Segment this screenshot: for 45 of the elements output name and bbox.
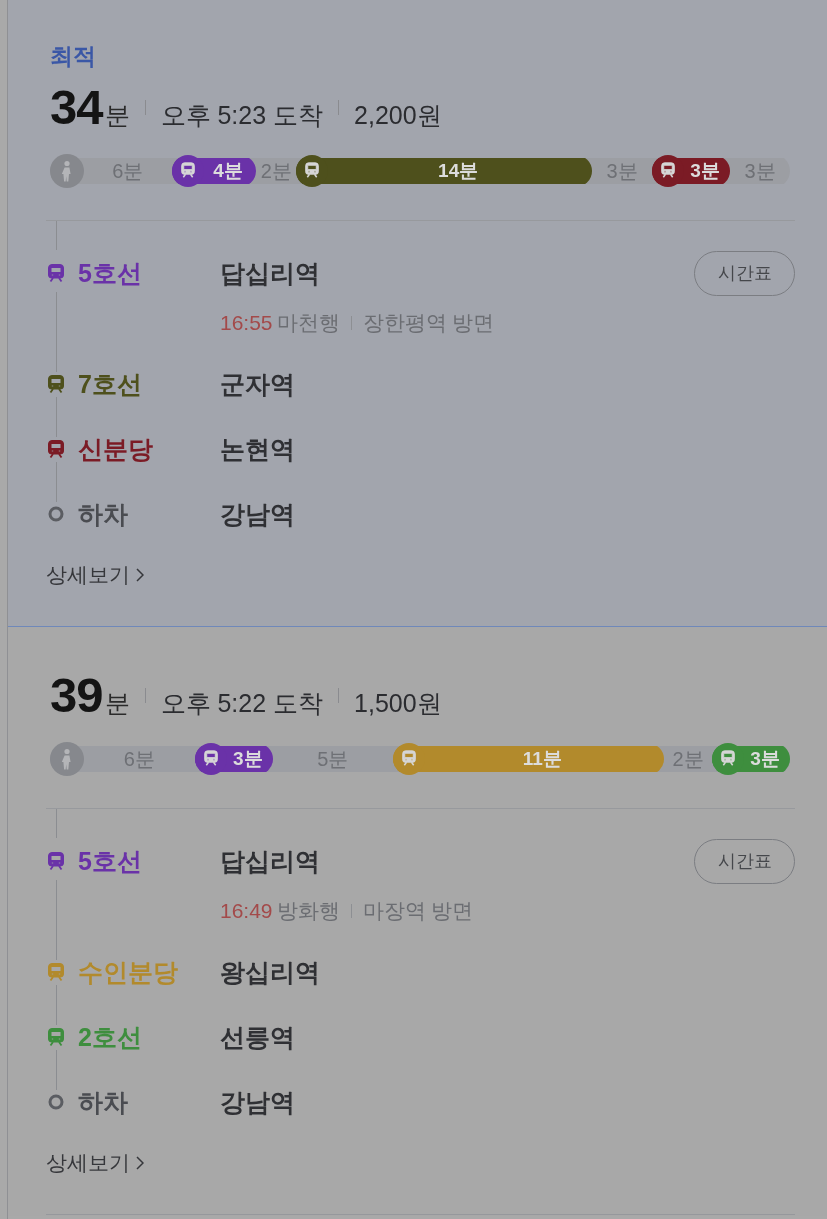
line-label: 수인분당: [78, 957, 179, 988]
ring-icon: [48, 1094, 64, 1110]
ride-duration: 4분: [212, 159, 244, 183]
details-link[interactable]: 상세보기: [46, 562, 144, 588]
station-name: 선릉역: [220, 1022, 295, 1053]
walk-icon: [50, 742, 84, 776]
fare: 2,200원: [354, 100, 442, 131]
destination: 방화행: [276, 898, 340, 924]
ride-duration: 3분: [749, 747, 781, 771]
line-label: 5호선: [78, 846, 143, 877]
line-label: 7호선: [78, 369, 143, 400]
direction: 마장역 방면: [362, 898, 474, 924]
station-name: 강남역: [220, 499, 295, 530]
line-label: 신분당: [78, 434, 154, 465]
duration-unit: 분: [104, 100, 130, 131]
departure-time: 16:55: [220, 310, 273, 336]
ride-duration: 3분: [689, 159, 721, 183]
line-label: 하차: [78, 499, 129, 530]
station-name: 답십리역: [220, 258, 320, 289]
arrival-time: 오후 5:22 도착: [160, 688, 324, 719]
station-name: 강남역: [220, 1087, 295, 1118]
duration-value: 34: [50, 83, 103, 131]
arrival-time: 오후 5:23 도착: [160, 100, 324, 131]
line-label: 2호선: [78, 1022, 143, 1053]
details-link[interactable]: 상세보기: [46, 1150, 144, 1176]
route-tag: 최적: [50, 44, 795, 68]
walk-icon: [50, 154, 84, 188]
departure-time: 16:49: [220, 898, 273, 924]
duration-unit: 분: [104, 688, 130, 719]
station-name: 논현역: [220, 434, 295, 465]
station-name: 군자역: [220, 369, 295, 400]
station-name: 왕십리역: [220, 957, 320, 988]
duration-value: 39: [50, 671, 103, 719]
line-label: 5호선: [78, 258, 143, 289]
line-label: 하차: [78, 1087, 129, 1118]
ride-duration: 14분: [437, 159, 480, 183]
chevron-right-icon: [136, 568, 144, 582]
ride-duration: 11분: [521, 747, 563, 771]
station-name: 답십리역: [220, 846, 320, 877]
ride-duration: 3분: [232, 747, 264, 771]
ring-icon: [48, 506, 64, 522]
fare: 1,500원: [354, 688, 442, 719]
destination: 마천행: [276, 310, 340, 336]
direction: 장한평역 방면: [362, 310, 495, 336]
chevron-right-icon: [136, 1156, 144, 1170]
